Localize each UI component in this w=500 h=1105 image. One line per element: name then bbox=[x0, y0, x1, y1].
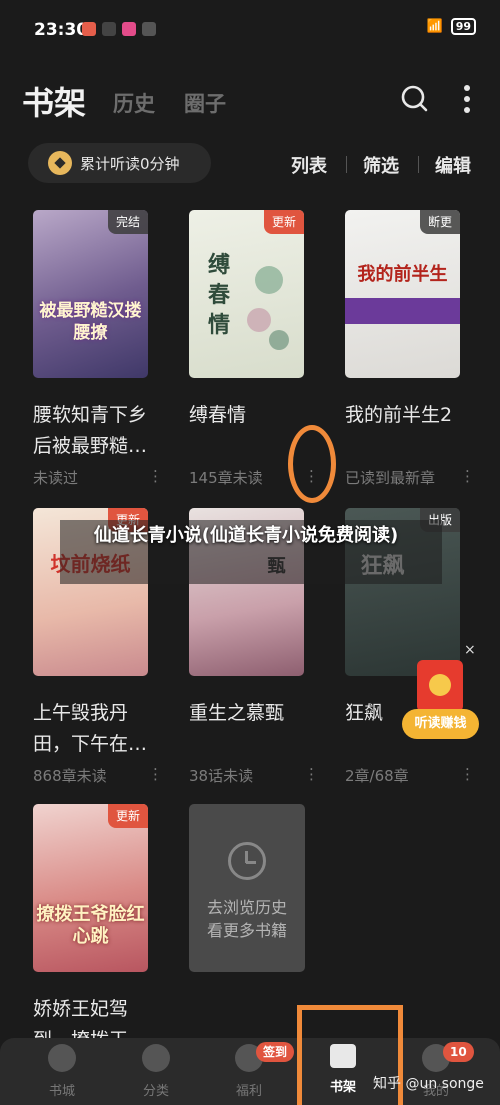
status-badge: 断更 bbox=[419, 210, 460, 234]
status-bar: 23:30 📶 99 bbox=[0, 0, 500, 62]
cover-title: 撩拨王爷脸红心跳 bbox=[36, 904, 145, 947]
listen-earn-button[interactable]: 听读赚钱 bbox=[402, 709, 479, 739]
coin-icon bbox=[48, 151, 72, 175]
book-progress: 145章未读 bbox=[189, 469, 263, 487]
profile-count-badge: 10 bbox=[443, 1042, 474, 1062]
status-badge: 完结 bbox=[107, 210, 148, 234]
browse-history-card[interactable]: 去浏览历史 看更多书籍 bbox=[189, 804, 305, 972]
search-icon[interactable] bbox=[400, 84, 428, 112]
status-badge: 更新 bbox=[263, 210, 304, 234]
book-progress: 38话未读 bbox=[189, 767, 254, 785]
book-item[interactable]: 被最野糙汉搂腰撩 完结 腰软知青下乡后被最野糙… 未读过 ⋮ bbox=[33, 210, 183, 490]
book-cover[interactable]: 我的前半生 断更 bbox=[345, 210, 460, 378]
listen-time-pill[interactable]: 累计听读0分钟 bbox=[28, 143, 211, 183]
book-cover[interactable]: 缚春情 更新 bbox=[189, 210, 304, 378]
nav-category[interactable]: 分类 bbox=[126, 1044, 186, 1099]
cover-title: 被最野糙汉搂腰撩 bbox=[39, 301, 142, 343]
book-item[interactable]: 我的前半生 断更 我的前半生2 已读到最新章 ⋮ bbox=[345, 210, 495, 490]
more-dots-icon[interactable]: ⋮ bbox=[148, 467, 163, 485]
overlay-banner-text: 仙道长青小说(仙道长青小说免费阅读) bbox=[93, 525, 399, 546]
tab-history[interactable]: 历史 bbox=[113, 88, 155, 118]
book-title: 重生之慕甄 bbox=[189, 702, 285, 724]
notification-icons bbox=[82, 22, 156, 36]
book-progress: 已读到最新章 bbox=[345, 469, 436, 487]
top-header: 书架 历史 圈子 bbox=[0, 70, 500, 130]
book-title: 我的前半生2 bbox=[345, 404, 453, 426]
status-right: 📶 99 bbox=[426, 18, 476, 35]
filter-button[interactable]: 筛选 bbox=[363, 152, 399, 178]
history-text: 去浏览历史 看更多书籍 bbox=[206, 898, 287, 940]
status-badge: 更新 bbox=[107, 804, 148, 828]
divider bbox=[346, 156, 347, 173]
shelf-toolbar: 累计听读0分钟 列表 筛选 编辑 bbox=[0, 140, 500, 186]
more-dots-icon[interactable]: ⋮ bbox=[304, 765, 319, 783]
cover-illustration bbox=[247, 266, 289, 350]
book-progress: 未读过 bbox=[33, 469, 79, 487]
battery-icon: 99 bbox=[450, 18, 476, 35]
more-dots-icon[interactable]: ⋮ bbox=[460, 765, 475, 783]
cover-title: 缚春情 bbox=[207, 252, 230, 338]
annotation-ring bbox=[288, 425, 336, 503]
more-dots-icon[interactable]: ⋮ bbox=[148, 765, 163, 783]
bottom-nav: 书城 分类 福利 书架 我的 签到 10 bbox=[0, 1038, 500, 1105]
grid-icon bbox=[142, 1044, 170, 1072]
checkin-badge: 签到 bbox=[256, 1042, 295, 1062]
book-cover[interactable]: 被最野糙汉搂腰撩 完结 bbox=[33, 210, 148, 378]
status-time: 23:30 bbox=[34, 20, 89, 40]
list-view-button[interactable]: 列表 bbox=[291, 152, 327, 178]
tab-circle[interactable]: 圈子 bbox=[184, 88, 226, 118]
listen-time-text: 累计听读0分钟 bbox=[80, 154, 180, 173]
divider bbox=[418, 156, 419, 173]
book-title: 上午毁我丹田，下午在… bbox=[33, 702, 148, 755]
nav-bookstore[interactable]: 书城 bbox=[32, 1044, 92, 1099]
close-icon[interactable]: × bbox=[464, 642, 476, 658]
cover-title: 我的前半生 bbox=[357, 264, 448, 285]
book-item[interactable]: 撩拨王爷脸红心跳 更新 娇娇王妃驾到，撩拨王… bbox=[33, 804, 183, 1051]
tab-bookshelf[interactable]: 书架 bbox=[22, 78, 86, 124]
watermark: 知乎 @un songe bbox=[373, 1076, 484, 1092]
more-dots-icon[interactable]: ⋮ bbox=[460, 467, 475, 485]
cover-band bbox=[345, 298, 460, 324]
edit-button[interactable]: 编辑 bbox=[435, 152, 471, 178]
book-progress: 868章未读 bbox=[33, 767, 107, 785]
book-cover[interactable]: 撩拨王爷脸红心跳 更新 bbox=[33, 804, 148, 972]
wifi-icon: 📶 bbox=[426, 19, 443, 34]
book-title: 缚春情 bbox=[189, 404, 247, 426]
compass-icon bbox=[48, 1044, 76, 1072]
book-progress: 2章/68章 bbox=[345, 767, 409, 785]
red-packet-icon[interactable] bbox=[417, 660, 463, 712]
clock-icon bbox=[228, 842, 266, 880]
more-vertical-icon[interactable] bbox=[460, 84, 474, 114]
book-title: 腰软知青下乡后被最野糙… bbox=[33, 404, 148, 457]
